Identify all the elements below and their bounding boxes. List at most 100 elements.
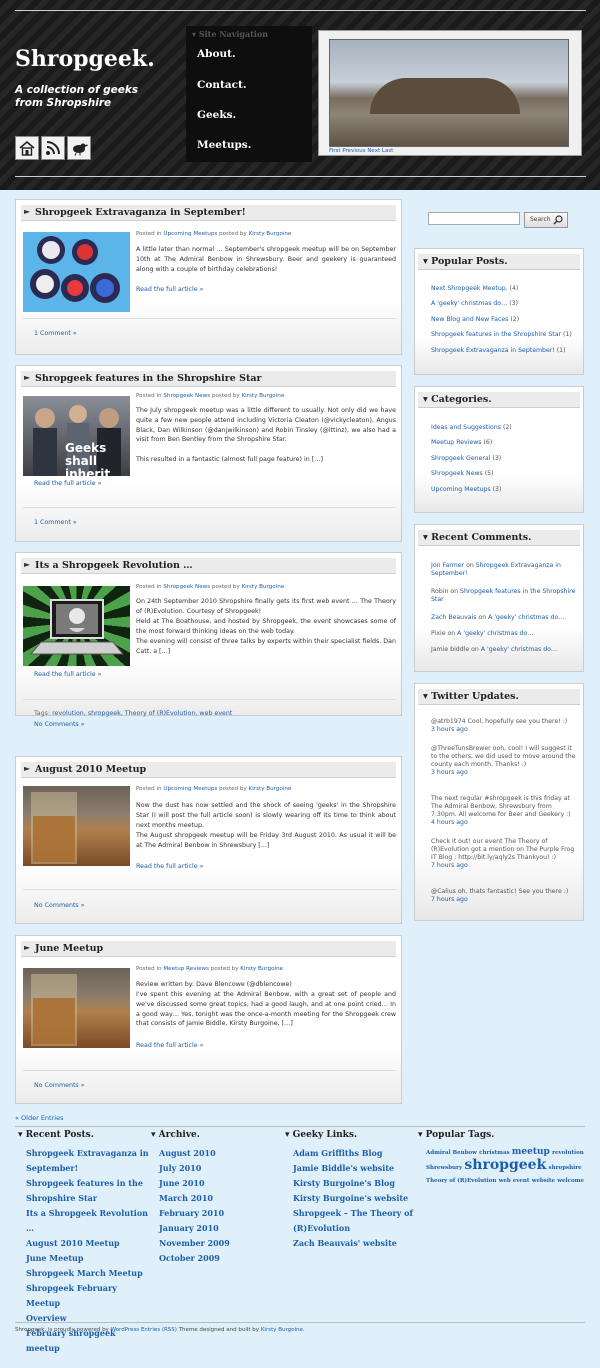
list-item[interactable]: February 2010 — [159, 1206, 279, 1221]
older-entries-link[interactable]: « Older Entries — [15, 1114, 63, 1122]
list-item[interactable]: Zach Beauvais' website — [293, 1236, 421, 1251]
tweet-time-link[interactable]: 3 hours ago — [431, 769, 468, 776]
list-item[interactable]: January 2010 — [159, 1221, 279, 1236]
post-author-link[interactable]: Kirsty Burgoine — [240, 966, 283, 972]
list-item[interactable]: Shropshire Star — [26, 1191, 151, 1206]
post-category-link[interactable]: Shropgeek News — [163, 584, 210, 590]
thumbnail-headline: Geeks shall inherit — [65, 441, 111, 477]
tag-link[interactable]: shropgeek — [464, 1157, 546, 1173]
nav-item-about[interactable]: About. — [197, 48, 236, 60]
post-thumbnail-cupcakes[interactable] — [23, 232, 130, 312]
list-item[interactable]: Jamie Biddle's website — [293, 1161, 421, 1176]
list-item[interactable]: August 2010 Meetup — [26, 1236, 151, 1251]
tag-link[interactable]: shropshire — [549, 1165, 582, 1171]
search-icon — [553, 215, 563, 227]
list-item[interactable]: November 2009 — [159, 1236, 279, 1251]
tag-link[interactable]: Admiral Benbow — [426, 1150, 477, 1156]
home-icon[interactable] — [15, 136, 39, 160]
comments-link[interactable]: No Comments » — [34, 721, 85, 728]
tag-link[interactable]: website — [532, 1178, 555, 1184]
tweet-time-link[interactable]: 4 hours ago — [431, 819, 468, 826]
read-more-link[interactable]: Read the full article » — [34, 480, 101, 487]
list-item[interactable]: March 2010 — [159, 1191, 279, 1206]
tweet-time-link[interactable]: 7 hours ago — [431, 862, 468, 869]
tag-link[interactable]: Theory of (R)Evolution — [426, 1178, 496, 1184]
wordpress-link[interactable]: WordPress — [111, 1327, 140, 1333]
tweet-time-link[interactable]: 7 hours ago — [431, 896, 468, 903]
list-item[interactable]: August 2010 — [159, 1146, 279, 1161]
post-author-link[interactable]: Kirsty Burgoine — [249, 231, 292, 237]
twitter-bird-icon[interactable] — [67, 136, 91, 160]
list-item[interactable]: Kirsty Burgoine's Blog — [293, 1176, 421, 1191]
nav-item-contact[interactable]: Contact. — [197, 79, 247, 91]
post-author-link[interactable]: Kirsty Burgoine — [241, 584, 284, 590]
post-thumbnail-laptop[interactable] — [23, 586, 130, 666]
list-item[interactable]: Shropgeek Extravaganza in — [26, 1146, 151, 1161]
post-author-link[interactable]: Kirsty Burgoine — [241, 393, 284, 399]
list-item[interactable]: (R)Evolution — [293, 1221, 421, 1236]
list-item[interactable]: Shropgeek – The Theory of — [293, 1206, 421, 1221]
post-title[interactable]: August 2010 Meetup — [35, 764, 146, 775]
tag-link[interactable]: web event — [499, 1178, 530, 1184]
comments-link[interactable]: 1 Comment » — [34, 330, 77, 337]
post-title[interactable]: Shropgeek Extravaganza in September! — [35, 207, 246, 218]
nav-item-geeks[interactable]: Geeks. — [197, 109, 236, 121]
slideshow-navigation[interactable]: First Previous Next Last — [329, 148, 393, 154]
comments-link[interactable]: No Comments » — [34, 902, 85, 909]
search-button[interactable]: Search — [524, 212, 568, 228]
tag-link[interactable]: christmas — [479, 1150, 509, 1156]
post-arrow-icon: ► — [24, 764, 31, 773]
read-more-link[interactable]: Read the full article » — [136, 1042, 203, 1049]
comments-link[interactable]: No Comments » — [34, 1082, 85, 1089]
list-item[interactable]: Shropgeek March Meetup — [26, 1266, 151, 1281]
tag-link[interactable]: shropgeek — [88, 710, 121, 717]
categories-widget: ▾ Categories. Ideas and Suggestions (2) … — [414, 386, 584, 513]
read-more-link[interactable]: Read the full article » — [136, 286, 203, 293]
list-item[interactable]: June 2010 — [159, 1176, 279, 1191]
list-item[interactable]: Overview — [26, 1311, 151, 1326]
rss-entries-link[interactable]: Entries (RSS) — [141, 1327, 177, 1333]
footer-heading: ▾ Geeky Links. — [285, 1130, 358, 1140]
tweet-time-link[interactable]: 3 hours ago — [431, 726, 468, 733]
tag-link[interactable]: welcome — [557, 1178, 584, 1184]
header-top-rule — [15, 10, 586, 11]
list-item[interactable]: September! — [26, 1161, 151, 1176]
post-title[interactable]: Shropgeek features in the Shropshire Sta… — [35, 373, 262, 384]
list-item[interactable]: July 2010 — [159, 1161, 279, 1176]
designer-link[interactable]: Kirsty Burgoine. — [261, 1327, 305, 1333]
list-item[interactable]: June Meetup — [26, 1251, 151, 1266]
site-title[interactable]: Shropgeek. — [15, 46, 155, 72]
list-item: Upcoming Meetups (3) — [431, 486, 502, 493]
list-item[interactable]: Shropgeek features in the — [26, 1176, 151, 1191]
list-item[interactable]: Adam Griffiths Blog — [293, 1146, 421, 1161]
read-more-link[interactable]: Read the full article » — [136, 863, 203, 870]
search-input[interactable] — [428, 212, 520, 225]
post-category-link[interactable]: Meetup Reviews — [163, 966, 209, 972]
nav-item-meetups[interactable]: Meetups. — [197, 139, 251, 151]
read-more-link[interactable]: Read the full article » — [34, 671, 101, 678]
post-title[interactable]: Its a Shropgeek Revolution … — [35, 560, 193, 571]
post-thumbnail-beer[interactable] — [23, 968, 130, 1048]
tweet-item: @ThreeTunsBrewer ooh, cool! I will sugge… — [431, 745, 576, 776]
post-title[interactable]: June Meetup — [35, 943, 103, 954]
tag-link[interactable]: Shrewsbury — [426, 1165, 462, 1171]
list-item[interactable]: October 2009 — [159, 1251, 279, 1266]
list-item[interactable]: Shropgeek February Meetup — [26, 1281, 151, 1311]
tag-link[interactable]: revolution — [52, 710, 84, 717]
list-item[interactable]: Its a Shropgeek Revolution … — [26, 1206, 151, 1236]
post-category-link[interactable]: Upcoming Meetups — [163, 786, 217, 792]
post-author-link[interactable]: Kirsty Burgoine — [249, 786, 292, 792]
post-category-link[interactable]: Upcoming Meetups — [163, 231, 217, 237]
rss-icon[interactable] — [41, 136, 65, 160]
tag-link[interactable]: meetup — [512, 1147, 550, 1157]
post-thumbnail-newspaper[interactable]: Geeks shall inherit — [23, 396, 130, 476]
tag-link[interactable]: Theory of (R)Evolution — [125, 710, 196, 717]
tag-link[interactable]: web event — [199, 710, 232, 717]
post-category-link[interactable]: Shropgeek News — [163, 393, 210, 399]
tag-link[interactable]: revolution — [552, 1150, 584, 1156]
post-title-bar: ► Its a Shropgeek Revolution … — [21, 558, 396, 574]
post-thumbnail-beer[interactable] — [23, 786, 130, 866]
comments-link[interactable]: 1 Comment » — [34, 519, 77, 526]
list-item[interactable]: Kirsty Burgoine's website — [293, 1191, 421, 1206]
post-divider — [23, 889, 396, 890]
